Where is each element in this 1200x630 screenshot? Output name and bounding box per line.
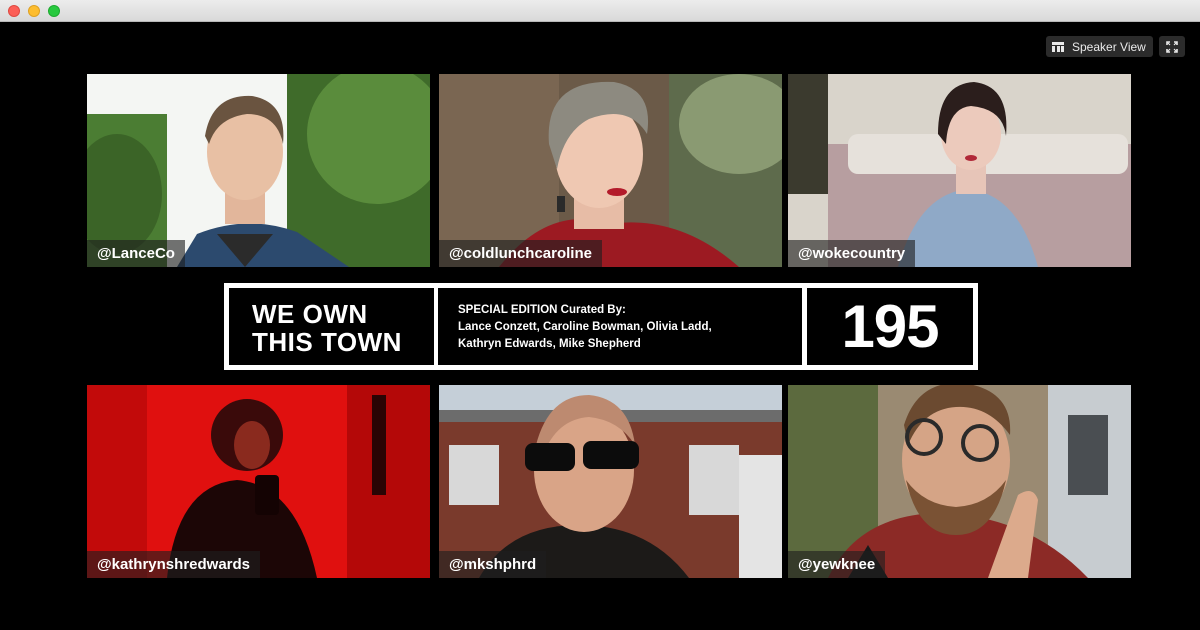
show-title-line-2: THIS TOWN xyxy=(252,327,402,357)
edition-credits-box: SPECIAL EDITION Curated By: Lance Conzet… xyxy=(438,288,802,365)
video-tile-1[interactable]: @LanceCo xyxy=(87,74,430,267)
participant-video xyxy=(87,74,430,267)
participant-video xyxy=(87,385,430,578)
participant-name: @kathrynshredwards xyxy=(87,551,261,578)
participant-name: @LanceCo xyxy=(87,240,185,267)
video-tile-6[interactable]: @yewknee xyxy=(788,385,1131,578)
edition-heading: SPECIAL EDITION Curated By: xyxy=(458,304,626,316)
episode-number: 195 xyxy=(841,293,939,360)
speaker-view-icon xyxy=(1052,41,1064,52)
fullscreen-button[interactable] xyxy=(1159,36,1185,57)
show-title-line-1: WE OWN xyxy=(252,299,368,329)
speaker-view-button[interactable]: Speaker View xyxy=(1046,36,1153,57)
participant-video xyxy=(788,385,1131,578)
video-tile-4[interactable]: @kathrynshredwards xyxy=(87,385,430,578)
video-tile-5[interactable]: @mkshphrd xyxy=(439,385,782,578)
minimize-window-button[interactable] xyxy=(28,5,40,17)
curators-line-2: Kathryn Edwards, Mike Shepherd xyxy=(458,338,641,350)
video-tile-2[interactable]: @coldlunchcaroline xyxy=(439,74,782,267)
participant-name: @mkshphrd xyxy=(439,551,547,578)
edition-credits: SPECIAL EDITION Curated By: Lance Conzet… xyxy=(458,302,788,353)
window-title-bar xyxy=(0,0,1200,22)
participant-video xyxy=(788,74,1131,267)
close-window-button[interactable] xyxy=(8,5,20,17)
episode-number-box: 195 xyxy=(807,288,973,365)
participant-video xyxy=(439,74,782,267)
participant-name: @wokecountry xyxy=(788,240,916,267)
participant-name: @yewknee xyxy=(788,551,886,578)
participant-video xyxy=(439,385,782,578)
fullscreen-icon xyxy=(1166,40,1178,53)
show-title: WE OWN THIS TOWN xyxy=(252,300,432,356)
participant-name: @coldlunchcaroline xyxy=(439,240,602,267)
video-tile-3[interactable]: @wokecountry xyxy=(788,74,1131,267)
speaker-view-label: Speaker View xyxy=(1072,39,1146,54)
curators-line-1: Lance Conzett, Caroline Bowman, Olivia L… xyxy=(458,321,712,333)
zoom-window-button[interactable] xyxy=(48,5,60,17)
show-title-box: WE OWN THIS TOWN xyxy=(229,288,434,365)
show-banner: WE OWN THIS TOWN SPECIAL EDITION Curated… xyxy=(224,283,978,370)
